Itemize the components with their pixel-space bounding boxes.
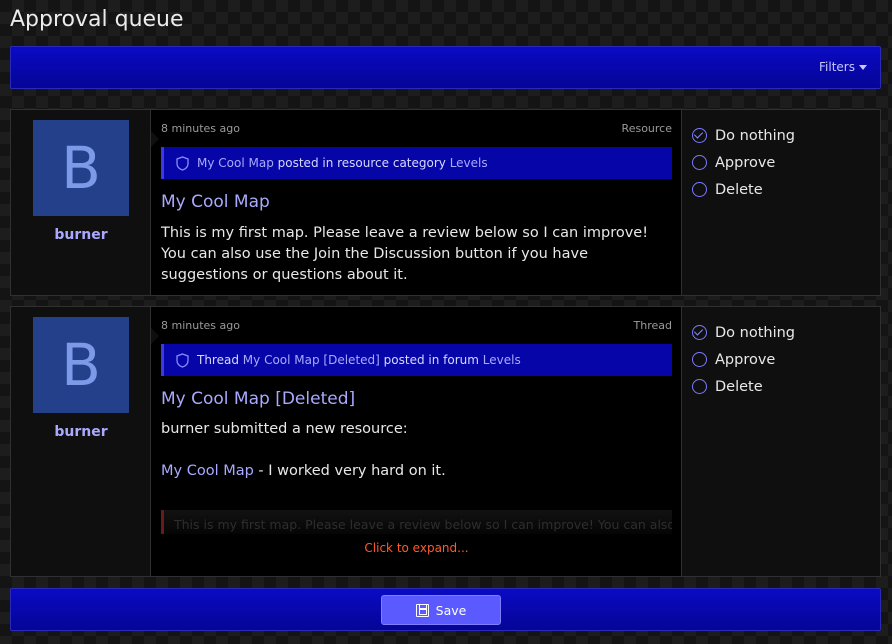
timestamp: 8 minutes ago — [161, 319, 240, 332]
radio-checked-icon[interactable] — [692, 128, 707, 143]
action-label: Delete — [715, 181, 763, 198]
queue-item: B burner 8 minutes ago Thread Thread My … — [10, 306, 881, 577]
filter-bar: Filters — [10, 46, 881, 89]
queue-item: B burner 8 minutes ago Resource My Cool … — [10, 109, 881, 296]
filters-label: Filters — [819, 60, 855, 74]
item-body-resource: My Cool Map - I worked very hard on it. — [161, 463, 446, 479]
avatar[interactable]: B — [33, 120, 129, 216]
item-title[interactable]: My Cool Map [Deleted] — [161, 389, 355, 409]
notice-text: My Cool Map posted in resource category … — [197, 156, 488, 170]
action-label: Approve — [715, 351, 776, 368]
resource-description: - I worked very hard on it. — [253, 463, 446, 479]
action-column: Do nothing Approve Delete — [681, 110, 880, 295]
action-approve[interactable]: Approve — [692, 149, 795, 176]
action-label: Delete — [715, 378, 763, 395]
notice-target-link[interactable]: Levels — [450, 156, 488, 170]
content-column: 8 minutes ago Thread Thread My Cool Map … — [151, 307, 682, 576]
caret-down-icon — [859, 64, 867, 70]
action-do-nothing[interactable]: Do nothing — [692, 122, 795, 149]
meta-row: 8 minutes ago Thread — [161, 319, 672, 332]
notice-subject-link[interactable]: My Cool Map — [197, 156, 274, 170]
save-button[interactable]: Save — [381, 595, 501, 625]
username[interactable]: burner — [11, 227, 151, 243]
shield-icon — [176, 352, 189, 368]
notice-prefix: Thread — [197, 353, 239, 367]
item-body-intro: burner submitted a new resource: — [161, 421, 408, 437]
item-title[interactable]: My Cool Map — [161, 192, 270, 212]
action-column: Do nothing Approve Delete — [681, 307, 880, 576]
user-column: B burner — [11, 110, 159, 295]
notice-text: Thread My Cool Map [Deleted] posted in f… — [197, 353, 521, 367]
notice-verb: posted in forum — [383, 353, 479, 367]
resource-link[interactable]: My Cool Map — [161, 463, 254, 479]
action-delete[interactable]: Delete — [692, 176, 795, 203]
footer-bar: Save — [10, 588, 881, 631]
action-radio-group: Do nothing Approve Delete — [692, 319, 795, 400]
filters-dropdown[interactable]: Filters — [819, 60, 867, 74]
content-type: Thread — [633, 319, 672, 332]
action-do-nothing[interactable]: Do nothing — [692, 319, 795, 346]
radio-icon[interactable] — [692, 352, 707, 367]
expand-link[interactable]: Click to expand... — [151, 541, 682, 555]
item-notice: Thread My Cool Map [Deleted] posted in f… — [161, 344, 672, 376]
action-radio-group: Do nothing Approve Delete — [692, 122, 795, 203]
item-notice: My Cool Map posted in resource category … — [161, 147, 672, 179]
content-type: Resource — [621, 122, 672, 135]
item-body: This is my first map. Please leave a rev… — [161, 225, 649, 283]
radio-icon[interactable] — [692, 155, 707, 170]
notice-verb: posted in resource category — [277, 156, 446, 170]
notice-subject-link[interactable]: My Cool Map [Deleted] — [243, 353, 380, 367]
action-label: Do nothing — [715, 127, 796, 144]
page-title: Approval queue — [10, 7, 184, 32]
shield-icon — [176, 155, 189, 171]
save-icon — [415, 603, 429, 617]
timestamp: 8 minutes ago — [161, 122, 240, 135]
radio-icon[interactable] — [692, 182, 707, 197]
action-label: Approve — [715, 154, 776, 171]
user-column: B burner — [11, 307, 159, 576]
save-label: Save — [435, 602, 467, 618]
meta-row: 8 minutes ago Resource — [161, 122, 672, 135]
content-column: 8 minutes ago Resource My Cool Map poste… — [151, 110, 682, 295]
action-approve[interactable]: Approve — [692, 346, 795, 373]
action-label: Do nothing — [715, 324, 796, 341]
avatar[interactable]: B — [33, 317, 129, 413]
action-delete[interactable]: Delete — [692, 373, 795, 400]
notice-target-link[interactable]: Levels — [483, 353, 521, 367]
username[interactable]: burner — [11, 424, 151, 440]
radio-checked-icon[interactable] — [692, 325, 707, 340]
quote-block: This is my first map. Please leave a rev… — [161, 510, 672, 534]
radio-icon[interactable] — [692, 379, 707, 394]
